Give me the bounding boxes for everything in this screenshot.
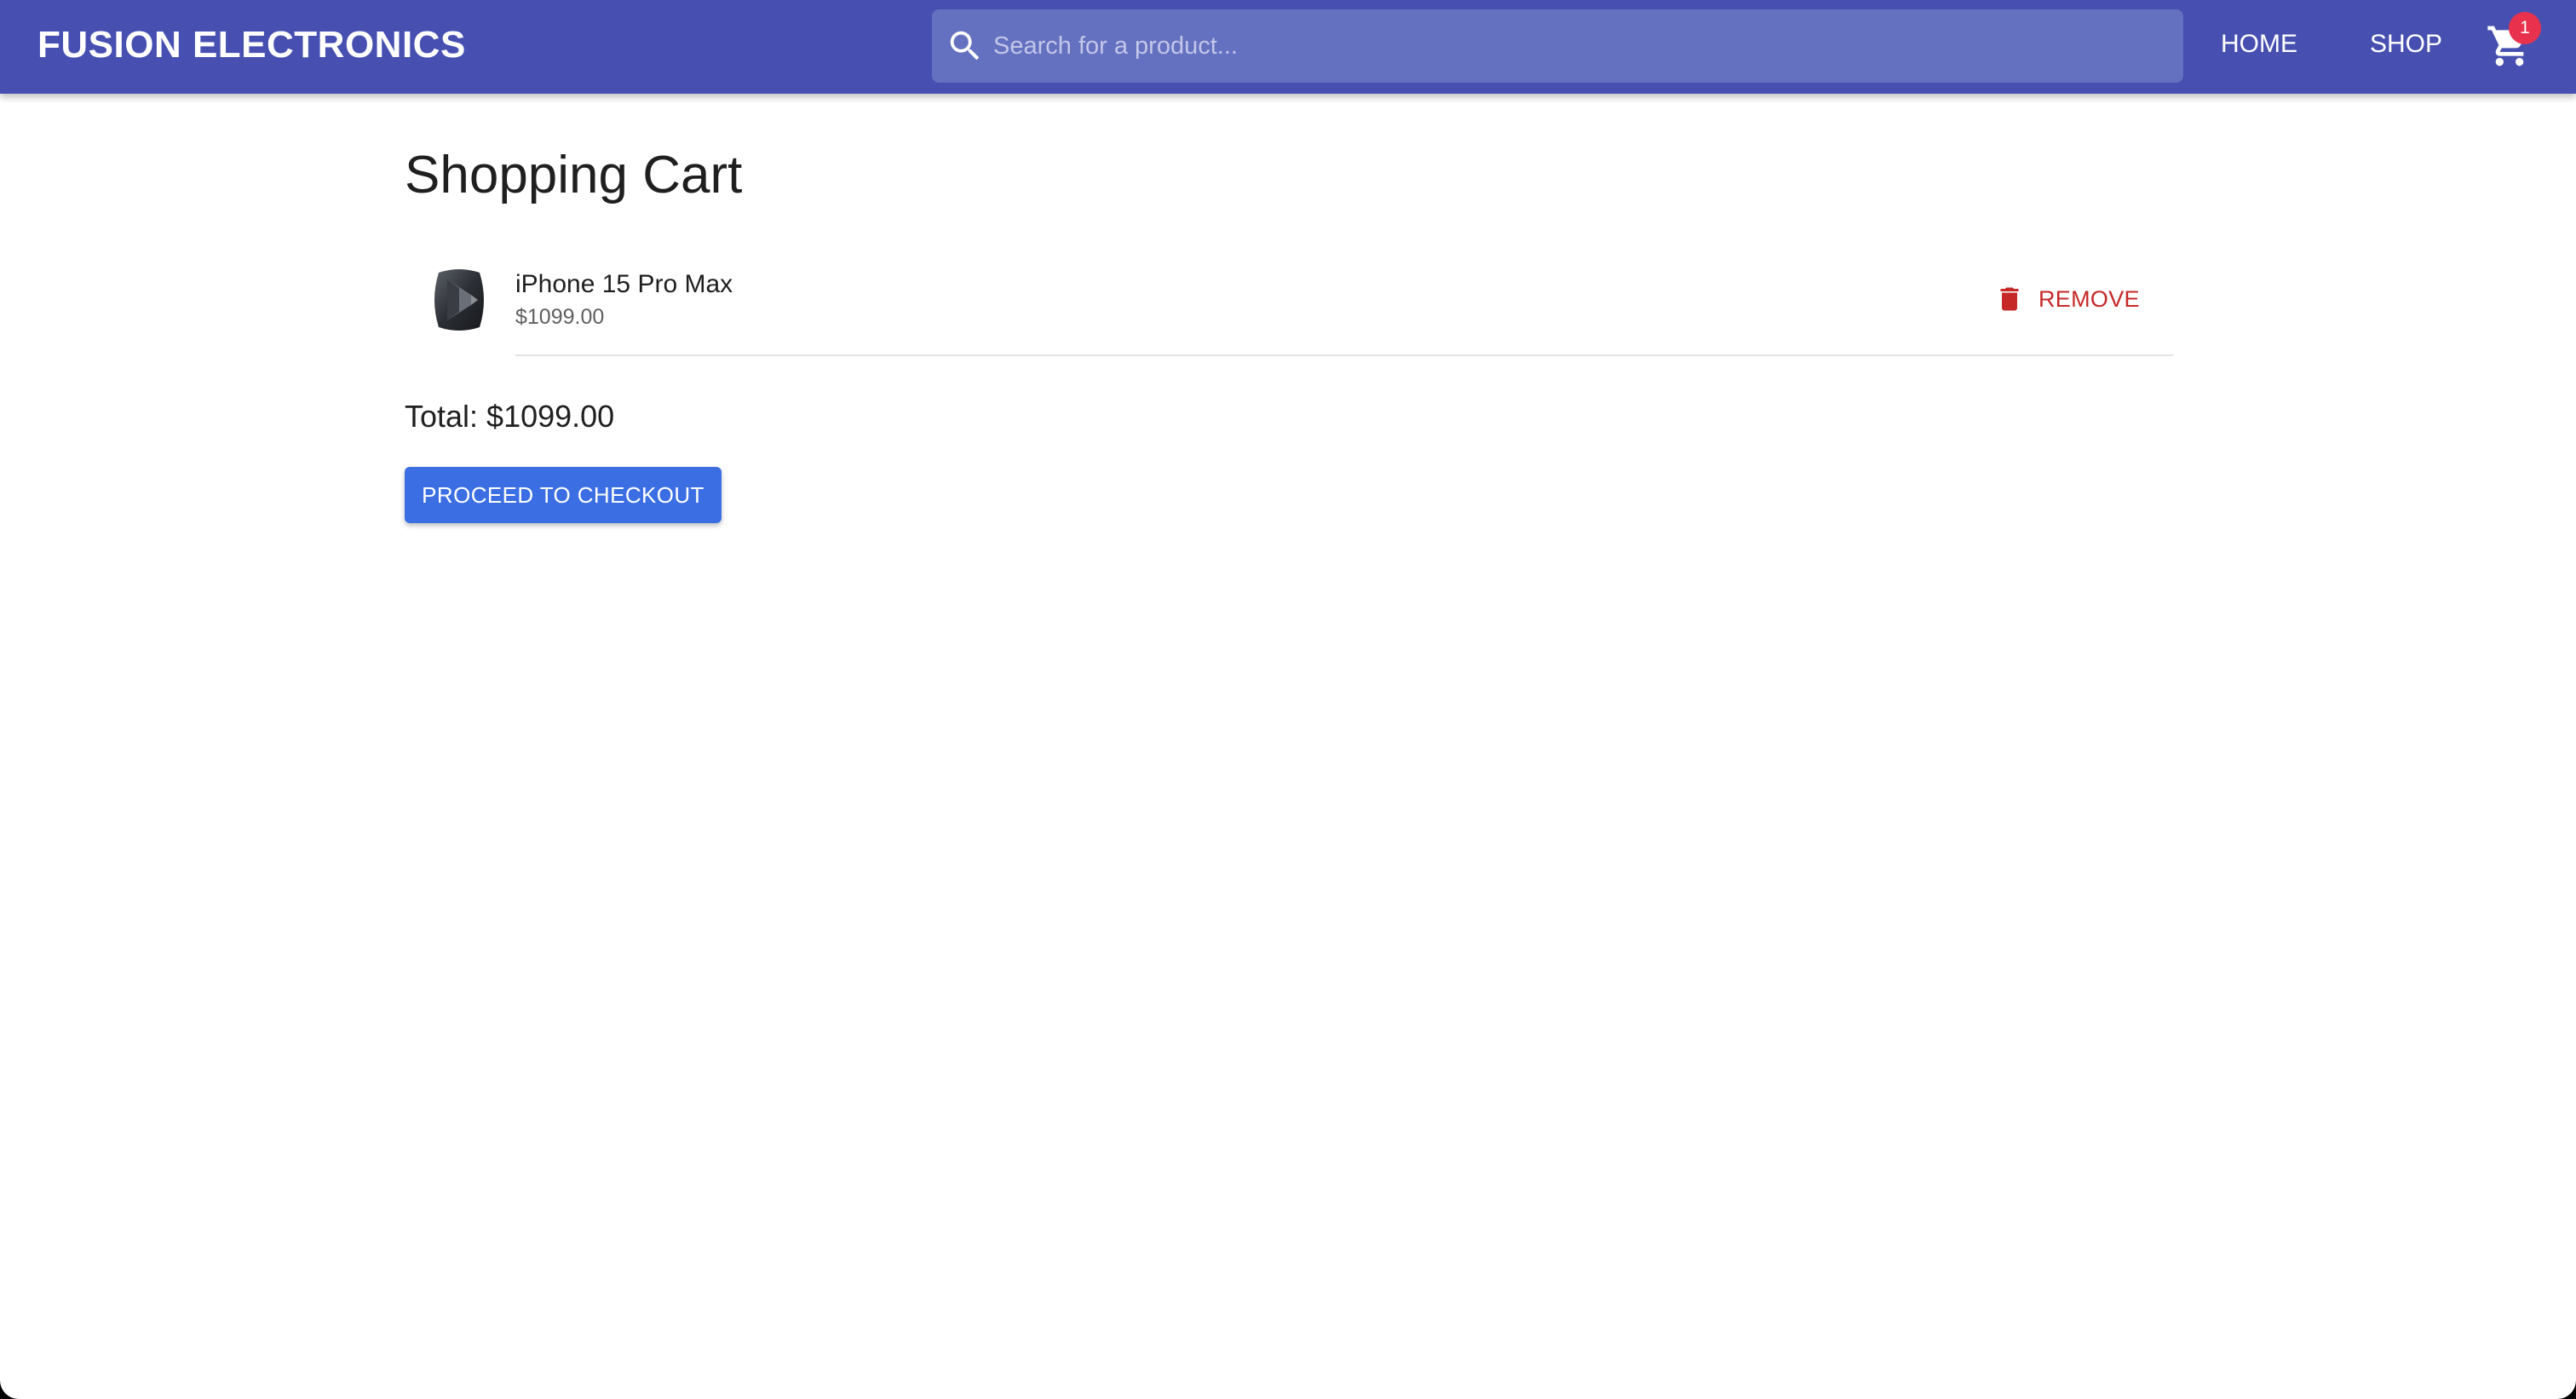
item-divider bbox=[515, 354, 2173, 356]
product-price: $1099.00 bbox=[515, 305, 605, 329]
remove-label: REMOVE bbox=[2038, 285, 2140, 312]
trash-icon bbox=[2000, 287, 2019, 311]
product-thumbnail bbox=[434, 269, 484, 331]
proceed-to-checkout-button[interactable]: PROCEED TO CHECKOUT bbox=[405, 467, 722, 523]
nav-home-link[interactable]: HOME bbox=[2221, 26, 2297, 63]
cart-item: iPhone 15 Pro Max $1099.00 REMOVE bbox=[405, 256, 2173, 356]
browser-window: FUSION ELECTRONICS HOME SHOP 1 Shopping … bbox=[0, 0, 2576, 1399]
nav-shop-link[interactable]: SHOP bbox=[2370, 26, 2442, 63]
cart-count-badge: 1 bbox=[2509, 12, 2541, 44]
cart-total: Total: $1099.00 bbox=[405, 399, 615, 434]
product-name[interactable]: iPhone 15 Pro Max bbox=[515, 268, 733, 301]
remove-item-button[interactable]: REMOVE bbox=[1994, 279, 2140, 320]
brand-logo[interactable]: FUSION ELECTRONICS bbox=[37, 22, 466, 68]
page-title: Shopping Cart bbox=[405, 146, 743, 204]
search-icon bbox=[950, 31, 980, 60]
search-input[interactable] bbox=[993, 9, 2169, 83]
app-bar: FUSION ELECTRONICS HOME SHOP 1 bbox=[0, 0, 2576, 94]
search-box[interactable] bbox=[932, 9, 2183, 83]
